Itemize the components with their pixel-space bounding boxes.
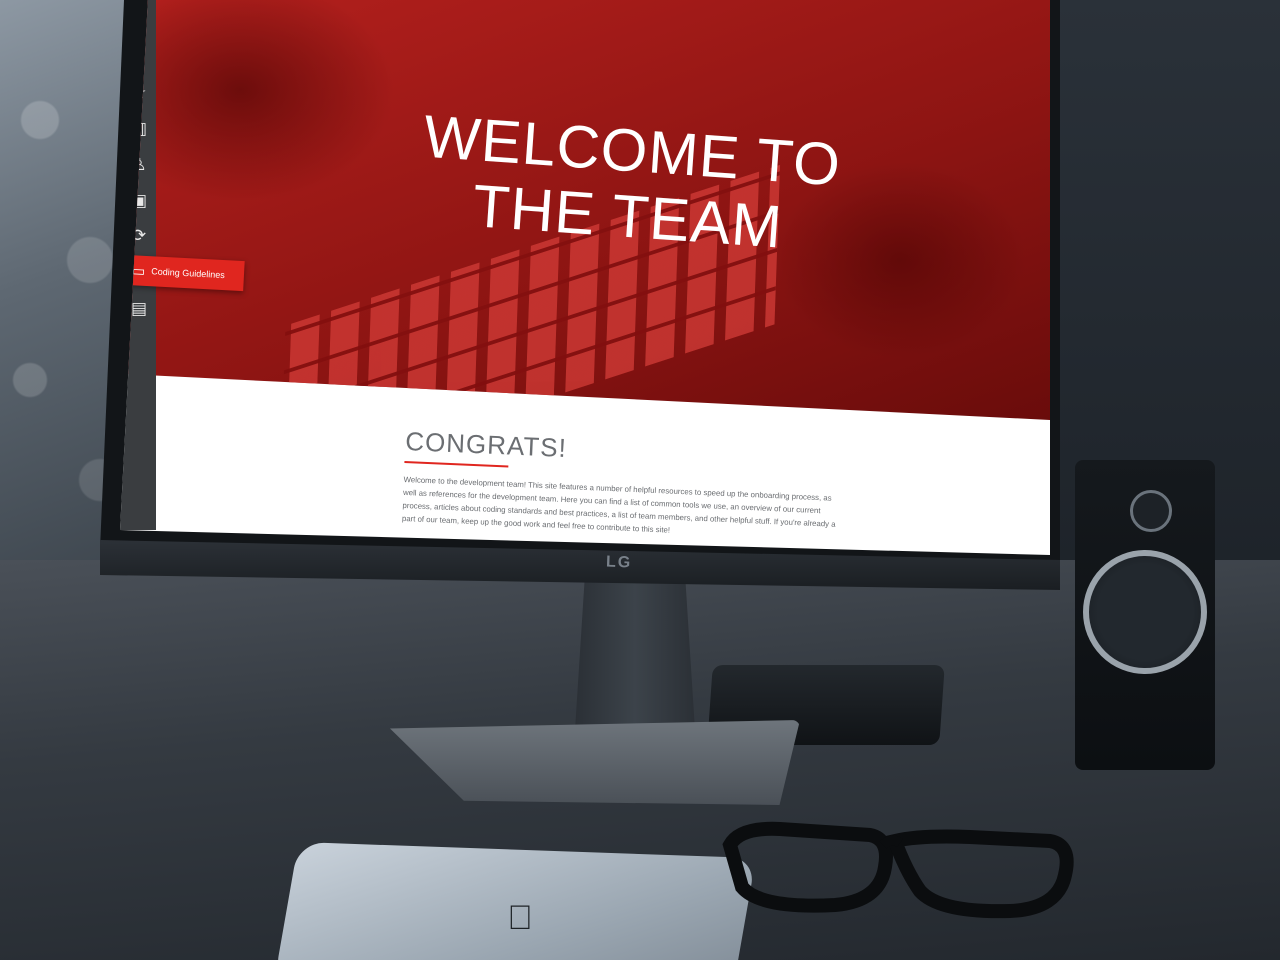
speaker-woofer [1083, 550, 1207, 674]
document-icon: ▤ [130, 299, 148, 318]
page-title: WELCOME TO THE TEAM [421, 102, 844, 261]
apple-logo-icon:  [500, 901, 540, 935]
room-scene:  LG WELCOME TO THE TEAM ☆ ▥ ♙ ▣ [0, 0, 1280, 960]
sidebar-item-label: Coding Guidelines [151, 266, 225, 281]
monitor-stand-neck [575, 580, 695, 730]
screen: WELCOME TO THE TEAM ☆ ▥ ♙ ▣ ⟳ ▤ ▭ C [120, 0, 1050, 555]
heading-underline [404, 460, 509, 468]
hero-banner: WELCOME TO THE TEAM [120, 0, 1050, 420]
section-heading: CONGRATS! [404, 426, 568, 464]
intro-section: CONGRATS! Welcome to the development tea… [402, 426, 846, 544]
sidebar-item-coding-guidelines[interactable]: ▭ Coding Guidelines [123, 254, 245, 292]
intro-paragraph: Welcome to the development team! This si… [401, 474, 836, 535]
brand-logo: LG [605, 553, 633, 572]
speaker [1075, 460, 1215, 770]
glasses [722, 821, 1074, 919]
speaker-tweeter [1130, 490, 1172, 532]
